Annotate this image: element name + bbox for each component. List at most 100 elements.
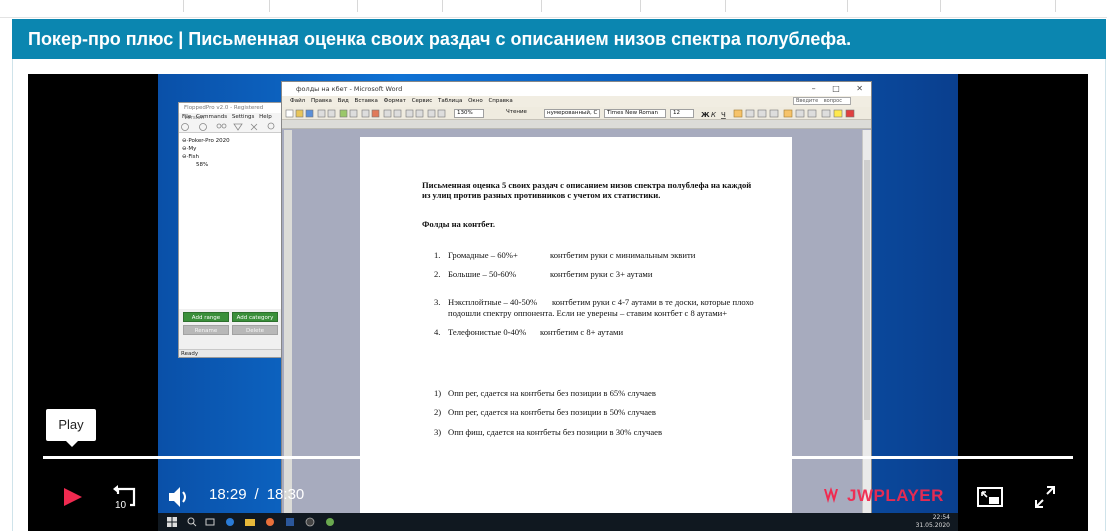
nav-divider <box>269 0 270 12</box>
word-help-search[interactable]: Введите вопрос <box>793 97 851 105</box>
delete-button[interactable]: Delete <box>232 325 278 335</box>
tree-node[interactable]: ⊖·Fish <box>182 153 279 161</box>
play-tooltip: Play <box>46 409 96 447</box>
duration: 18:30 <box>266 486 305 503</box>
tree-node-label: 58% <box>196 162 209 168</box>
nav-divider <box>442 0 443 12</box>
list-number: 1. <box>434 250 441 260</box>
doc-list-item-right: контбетим с 8+ аутами <box>540 327 624 337</box>
tree-window-menu: File Commands Settings Help <box>179 113 282 121</box>
rewind-10-icon[interactable]: 10 <box>110 481 140 513</box>
video-title-bar: Покер-про плюс | Письменная оценка своих… <box>12 19 1106 59</box>
word-format-icons: Ж К Ч <box>701 109 855 119</box>
jwplayer-logo-icon <box>824 487 838 503</box>
nav-divider <box>183 0 184 12</box>
tree-node[interactable]: 58% <box>182 161 279 169</box>
video-player[interactable]: FloppedPro v2.0 - Registered version Fil… <box>28 74 1088 531</box>
time-separator: / <box>254 486 259 503</box>
word-menu-table[interactable]: Таблица <box>438 98 462 104</box>
close-icon[interactable]: ✕ <box>856 84 863 93</box>
stat-number: 2) <box>434 407 442 417</box>
file-explorer-icon[interactable] <box>244 516 256 528</box>
tree-node-label: My <box>188 146 197 152</box>
doc-stat-line: 1) Опп рег, сдается на контбеты без позиц… <box>434 388 656 399</box>
add-category-button[interactable]: Add category <box>232 312 278 322</box>
doc-list-item-right: контбетим руки с 4-7 аутами в те доски, … <box>552 297 754 307</box>
search-icon[interactable] <box>186 516 198 528</box>
list-number: 2. <box>434 269 441 279</box>
jwplayer-logo-text: JWPLAYER <box>847 486 944 505</box>
word-menu-format[interactable]: Формат <box>384 98 406 104</box>
font-select[interactable]: Times New Roman <box>604 109 666 118</box>
stat-text: Опп фиш, сдается на контбеты без позиции… <box>448 427 662 437</box>
document-page[interactable]: Письменная оценка 5 своих раздач с описа… <box>360 137 792 530</box>
task-view-icon[interactable] <box>204 516 216 528</box>
tree-menu-file: File <box>182 114 192 120</box>
doc-list-item-right: контбетим руки с минимальным эквити <box>550 250 696 260</box>
current-time: 18:29 <box>209 486 247 503</box>
tree-menu-help: Help <box>259 114 272 120</box>
add-range-button[interactable]: Add range <box>183 312 229 322</box>
zoom-select[interactable]: 130% <box>454 109 484 118</box>
doc-list-item: 1. Громадные – 60%+ <box>434 250 518 261</box>
rename-button[interactable]: Rename <box>183 325 229 335</box>
windows-taskbar: 22:54 31.05.2020 <box>158 513 958 531</box>
doc-heading-line-2: из улиц против разных противников с учет… <box>422 190 661 200</box>
taskbar-clock: 22:54 31.05.2020 <box>916 514 950 530</box>
firefox-icon[interactable] <box>264 516 276 528</box>
scrollbar-thumb[interactable] <box>864 160 870 420</box>
picture-in-picture-icon[interactable] <box>976 481 1004 513</box>
style-select[interactable]: нумерованный, С <box>544 109 600 118</box>
doc-stat-line: 2) Опп рег, сдается на контбеты без позиц… <box>434 407 656 418</box>
reading-button[interactable]: Чтение <box>504 109 538 118</box>
seek-bar[interactable] <box>43 456 1073 459</box>
seek-bar-fill <box>43 456 1071 459</box>
tree-node[interactable]: ⊖·My <box>182 145 279 153</box>
fullscreen-icon[interactable] <box>1032 481 1058 513</box>
windows-start-icon[interactable] <box>166 516 178 528</box>
word-taskbar-icon[interactable] <box>284 516 296 528</box>
word-menu-edit[interactable]: Правка <box>311 98 332 104</box>
edge-browser-icon[interactable] <box>224 516 236 528</box>
vertical-scrollbar[interactable] <box>862 130 871 530</box>
stat-number: 3) <box>434 427 442 437</box>
nav-divider <box>541 0 542 12</box>
tree-window-title: FloppedPro v2.0 - Registered version <box>179 103 282 121</box>
maximize-icon[interactable]: □ <box>832 84 840 93</box>
word-menu-insert[interactable]: Вставка <box>355 98 378 104</box>
vertical-ruler[interactable] <box>284 130 292 530</box>
word-menu-file[interactable]: Файл <box>290 98 305 104</box>
minimize-icon[interactable]: – <box>812 84 816 93</box>
clock-date: 31.05.2020 <box>915 522 950 529</box>
word-menu-view[interactable]: Вид <box>338 98 349 104</box>
volume-icon[interactable] <box>166 481 192 513</box>
word-menu-window[interactable]: Окно <box>468 98 483 104</box>
play-icon[interactable] <box>60 481 86 513</box>
tree-menu-settings: Settings <box>231 114 255 120</box>
word-menu-help[interactable]: Справка <box>488 98 512 104</box>
range-tree: ⊖·Poker-Pro 2020 ⊖·My ⊖·Fish 58% <box>179 133 282 309</box>
word-menu-bar: Файл Правка Вид Вставка Формат Сервис Та… <box>282 96 871 107</box>
svg-text:Ч: Ч <box>721 111 726 119</box>
app-taskbar-icon[interactable] <box>304 516 316 528</box>
tree-buttons-row-2: Rename Delete <box>179 322 282 335</box>
svg-text:К: К <box>711 111 717 119</box>
tree-node[interactable]: ⊖·Poker-Pro 2020 <box>182 137 279 145</box>
list-number: 4. <box>434 327 441 337</box>
word-window-controls: – □ ✕ <box>812 82 863 96</box>
app-taskbar-icon-2[interactable] <box>324 516 336 528</box>
list-left: Нэксплойтные – 40-50% <box>448 297 538 307</box>
doc-list-item-right: контбетим руки с 3+ аутами <box>550 269 653 279</box>
tree-toolbar-icons <box>181 122 275 131</box>
nav-divider <box>1055 0 1056 12</box>
doc-list-item: 3. Нэксплойтные – 40-50% <box>434 297 537 308</box>
nav-divider <box>725 0 726 12</box>
jwplayer-logo[interactable]: JWPLAYER <box>823 484 944 508</box>
list-left: Громадные – 60%+ <box>448 250 518 260</box>
horizontal-ruler[interactable] <box>282 120 871 129</box>
word-menu-tools[interactable]: Сервис <box>412 98 433 104</box>
video-frame-desktop: FloppedPro v2.0 - Registered version Fil… <box>158 74 958 531</box>
font-size-select[interactable]: 12 <box>670 109 694 118</box>
stat-text: Опп рег, сдается на контбеты без позиции… <box>448 407 656 417</box>
nav-divider <box>357 0 358 12</box>
